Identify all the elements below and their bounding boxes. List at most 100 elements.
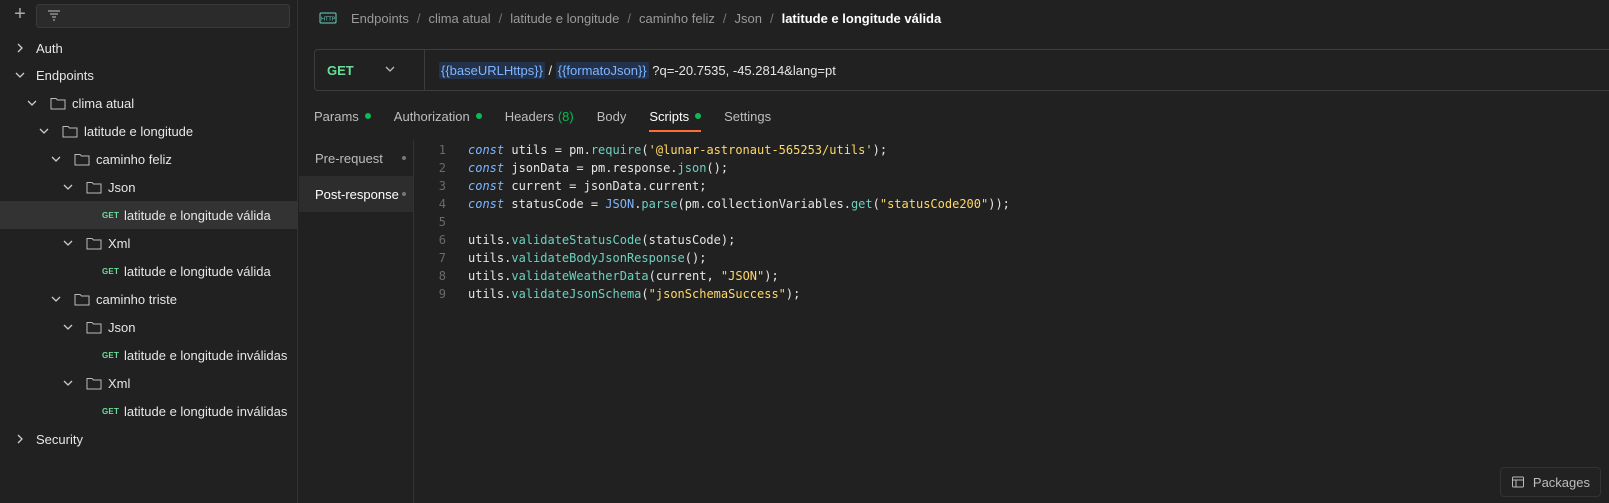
line-number: 1 bbox=[438, 143, 446, 157]
method-select[interactable]: GET bbox=[315, 50, 425, 90]
url-input[interactable]: {{baseURLHttps}} / {{formatoJson}} ?q=-2… bbox=[425, 61, 836, 79]
tab-label: Settings bbox=[724, 108, 772, 124]
code-function: validateStatusCode bbox=[511, 233, 642, 247]
breadcrumb-separator: / bbox=[627, 10, 631, 26]
tree-item-label: Json bbox=[108, 319, 136, 335]
code-line: 2 const jsonData = pm.response.json(); bbox=[420, 159, 1609, 177]
sidebar-toolbar: + bbox=[0, 4, 298, 28]
folder-json[interactable]: Json bbox=[0, 313, 298, 341]
url-variable[interactable]: {{formatoJson}} bbox=[555, 61, 649, 79]
breadcrumb-separator: / bbox=[498, 10, 503, 26]
line-number: 9 bbox=[438, 287, 446, 301]
tree-item-label: Endpoints bbox=[36, 67, 94, 83]
method-badge: GET bbox=[102, 350, 120, 360]
tree-item-label: Auth bbox=[36, 40, 63, 56]
code-text: (statusCode); bbox=[641, 233, 736, 247]
code-class: JSON bbox=[605, 197, 635, 211]
chevron-right-icon[interactable] bbox=[14, 433, 26, 445]
url-variable[interactable]: {{baseURLHttps}} bbox=[439, 61, 545, 79]
code-function: parse bbox=[641, 197, 678, 211]
request-title[interactable]: latitude e longitude válida bbox=[782, 11, 942, 26]
code-line: 7 utils.validateBodyJsonResponse(); bbox=[420, 249, 1609, 267]
code-line: 6 utils.validateStatusCode(statusCode); bbox=[420, 231, 1609, 249]
filter-input[interactable] bbox=[36, 4, 290, 28]
collection-endpoints[interactable]: Endpoints bbox=[0, 61, 298, 89]
code-line: 8 utils.validateWeatherData(current, "JS… bbox=[420, 267, 1609, 285]
tab-scripts[interactable]: Scripts bbox=[649, 102, 702, 132]
request-item[interactable]: GET latitude e longitude inválidas bbox=[0, 341, 298, 369]
collection-auth[interactable]: Auth bbox=[0, 34, 298, 62]
code-function: json bbox=[677, 161, 707, 175]
tab-label: Scripts bbox=[649, 108, 690, 124]
tree-item-label: Security bbox=[36, 431, 83, 447]
chevron-down-icon[interactable] bbox=[62, 237, 74, 249]
chevron-down-icon[interactable] bbox=[26, 97, 38, 109]
url-bar: GET {{baseURLHttps}} / {{formatoJson}} ?… bbox=[314, 49, 1609, 91]
breadcrumb-separator: / bbox=[416, 10, 421, 26]
line-number: 5 bbox=[438, 215, 446, 229]
add-icon[interactable]: + bbox=[11, 4, 29, 24]
tab-label: Authorization bbox=[393, 108, 470, 124]
code-text: (pm.collectionVariables. bbox=[677, 197, 851, 211]
status-dot bbox=[475, 113, 482, 119]
code-line: 4 const statusCode = JSON.parse(pm.colle… bbox=[420, 195, 1609, 213]
folder-icon bbox=[86, 376, 102, 390]
svg-text:HTTP: HTTP bbox=[321, 17, 336, 23]
line-number: 4 bbox=[438, 197, 446, 211]
code-text: ( bbox=[641, 287, 649, 301]
request-item[interactable]: GET latitude e longitude inválidas bbox=[0, 397, 298, 425]
folder-clima-atual[interactable]: clima atual bbox=[0, 89, 298, 117]
chevron-down-icon[interactable] bbox=[62, 181, 74, 193]
code-text: ); bbox=[872, 143, 888, 157]
line-number: 2 bbox=[438, 161, 446, 175]
chevron-down-icon[interactable] bbox=[14, 69, 26, 81]
post-response-tab[interactable]: Post-response bbox=[299, 176, 413, 212]
request-item[interactable]: GET latitude e longitude válida bbox=[0, 201, 298, 229]
chevron-down-icon[interactable] bbox=[38, 125, 50, 137]
chevron-down-icon[interactable] bbox=[62, 377, 74, 389]
code-function: get bbox=[850, 197, 873, 211]
code-line: 5 bbox=[420, 213, 1609, 231]
breadcrumb-item[interactable]: Endpoints bbox=[351, 11, 409, 26]
folder-xml[interactable]: Xml bbox=[0, 369, 298, 397]
folder-icon bbox=[62, 124, 78, 138]
tab-settings[interactable]: Settings bbox=[724, 102, 771, 130]
folder-latitude-e-longitude[interactable]: latitude e longitude bbox=[0, 117, 298, 145]
tab-body[interactable]: Body bbox=[597, 102, 627, 130]
folder-xml[interactable]: Xml bbox=[0, 229, 298, 257]
collection-security[interactable]: Security bbox=[0, 425, 298, 453]
code-text: utils = pm. bbox=[504, 143, 591, 157]
tab-params[interactable]: Params bbox=[314, 102, 371, 130]
code-text: ); bbox=[785, 287, 801, 301]
chevron-right-icon[interactable] bbox=[14, 42, 26, 54]
code-text: utils. bbox=[468, 251, 512, 265]
breadcrumb-item[interactable]: clima atual bbox=[428, 11, 490, 26]
code-text: )); bbox=[988, 197, 1010, 211]
packages-button[interactable]: Packages bbox=[1499, 467, 1601, 497]
breadcrumb-separator: / bbox=[722, 10, 727, 26]
folder-json[interactable]: Json bbox=[0, 173, 298, 201]
chevron-down-icon bbox=[384, 63, 396, 78]
tree-item-label: caminho feliz bbox=[96, 151, 172, 167]
sidebar: + Auth Endpoints clima atual latitude e … bbox=[0, 0, 298, 503]
tree-item-label: latitude e longitude bbox=[84, 123, 194, 139]
pre-request-tab[interactable]: Pre-request bbox=[299, 140, 413, 176]
filter-icon bbox=[48, 10, 60, 21]
tree-item-label: caminho triste bbox=[96, 291, 177, 307]
code-editor[interactable]: 1 const utils = pm.require('@lunar-astro… bbox=[420, 141, 1609, 341]
method-badge: GET bbox=[102, 406, 120, 416]
folder-caminho-triste[interactable]: caminho triste bbox=[0, 285, 298, 313]
request-item[interactable]: GET latitude e longitude válida bbox=[0, 257, 298, 285]
code-function: validateJsonSchema bbox=[511, 287, 642, 301]
folder-caminho-feliz[interactable]: caminho feliz bbox=[0, 145, 298, 173]
chevron-down-icon[interactable] bbox=[50, 293, 62, 305]
breadcrumb-item[interactable]: caminho feliz bbox=[639, 11, 715, 26]
tab-headers[interactable]: Headers (8) bbox=[505, 102, 574, 130]
code-keyword: const bbox=[468, 197, 505, 211]
breadcrumb-item[interactable]: latitude e longitude bbox=[510, 11, 619, 26]
tab-authorization[interactable]: Authorization bbox=[394, 102, 482, 130]
code-line: 9 utils.validateJsonSchema("jsonSchemaSu… bbox=[420, 285, 1609, 303]
chevron-down-icon[interactable] bbox=[50, 153, 62, 165]
breadcrumb-item[interactable]: Json bbox=[735, 11, 762, 26]
chevron-down-icon[interactable] bbox=[62, 321, 74, 333]
